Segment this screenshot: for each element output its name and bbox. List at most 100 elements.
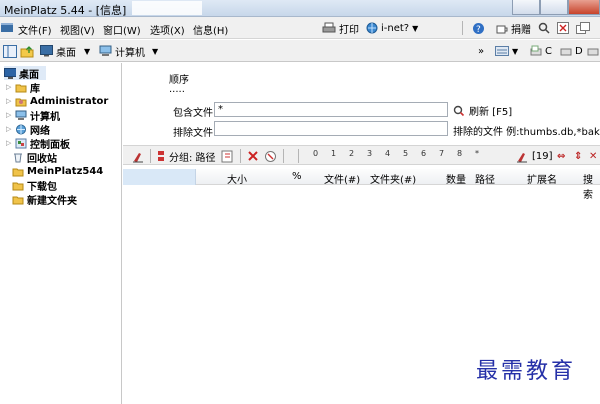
donate-button[interactable]: 捐赠 — [495, 19, 531, 37]
expand-arrow-icon[interactable]: ▷ — [6, 111, 12, 119]
column-header-percent[interactable]: % — [292, 171, 302, 182]
donate-label: 捐赠 — [511, 24, 531, 36]
svg-text:?: ? — [476, 25, 481, 35]
nav-computer-dropdown[interactable]: ▼ — [152, 43, 158, 59]
tool-restore-icon[interactable] — [576, 19, 590, 37]
expand-arrow-icon[interactable]: ▷ — [6, 97, 12, 105]
column-header-name[interactable] — [123, 169, 196, 185]
help-button[interactable]: ? — [472, 19, 485, 37]
exclude-files-input[interactable] — [214, 121, 448, 136]
group-by-button[interactable]: 分组: 路径 — [157, 149, 216, 164]
folder-up-icon[interactable] — [20, 43, 34, 59]
menu-view[interactable]: 视图(V) — [60, 22, 95, 37]
menu-bar: 文件(F) 视图(V) 窗口(W) 选项(X) 信息(H) 打印 i-net? … — [0, 17, 600, 39]
menu-file[interactable]: 文件(F) — [18, 22, 52, 37]
tree-label: 桌面 — [19, 69, 39, 81]
drive-dropdown[interactable]: ▼ — [512, 43, 518, 59]
column-toolbar: 分组: 路径 0 1 2 3 4 5 6 7 8 * [19] ⇔ ⇕ ✕ — [123, 145, 600, 165]
expand-arrow-icon[interactable]: ▷ — [6, 83, 12, 91]
menu-info[interactable]: 信息(H) — [193, 22, 228, 37]
sort-icon[interactable] — [515, 149, 529, 163]
expand-arrow-icon[interactable]: ▷ — [6, 139, 12, 147]
nav-computer-button[interactable]: 计算机 — [99, 43, 145, 59]
nav-desktop-label: 桌面 — [56, 47, 76, 59]
tree-item-library[interactable]: ▷ 库 — [6, 80, 40, 95]
tool-search-icon[interactable] — [538, 19, 550, 37]
include-files-label: 包含文件 — [173, 108, 213, 119]
column-header-path[interactable]: 路径 — [475, 171, 495, 186]
print-label: 打印 — [339, 24, 359, 36]
print-button[interactable]: 打印 — [322, 19, 359, 37]
column-header-size[interactable]: 大小 — [227, 171, 247, 186]
column-toggle-7[interactable]: 7 — [439, 149, 444, 158]
column-toggle-2[interactable]: 2 — [349, 149, 354, 158]
folder-icon — [12, 182, 24, 190]
broom-icon[interactable] — [131, 149, 145, 163]
drive-list-icon[interactable] — [495, 43, 509, 59]
app-menu-icon[interactable] — [0, 21, 14, 36]
nav-computer-label: 计算机 — [115, 47, 145, 59]
nav-desktop-button[interactable]: 桌面 — [40, 43, 76, 59]
column-header-files[interactable]: 文件(#) — [324, 171, 360, 186]
minimize-button[interactable] — [512, 0, 540, 15]
tree-item-new-folder[interactable]: 新建文件夹 — [12, 192, 77, 207]
panel-layout-icon[interactable] — [3, 43, 17, 59]
column-toggle-3[interactable]: 3 — [367, 149, 372, 158]
tree-label: 下载包 — [27, 181, 57, 193]
clear-filter-icon[interactable] — [247, 149, 259, 163]
left-right-arrows-icon[interactable]: ⇔ — [557, 149, 565, 163]
window-title: MeinPlatz 5.44 - [信息] — [4, 4, 127, 17]
inet-label: i-net? — [381, 22, 410, 34]
refresh-button[interactable]: 刷新 [F5] — [453, 103, 512, 118]
column-toggle-4[interactable]: 4 — [385, 149, 390, 158]
tree-item-recycle-bin[interactable]: 回收站 — [12, 150, 57, 165]
drive-d-button[interactable]: D — [560, 43, 583, 59]
expand-arrow-icon[interactable]: ▷ — [6, 125, 12, 133]
close-button[interactable] — [568, 0, 600, 15]
folder-icon — [12, 168, 24, 176]
tree-item-control-panel[interactable]: ▷ 控制面板 — [6, 136, 70, 151]
column-toggle-5[interactable]: 5 — [403, 149, 408, 158]
drive-c-icon — [530, 45, 542, 56]
up-down-arrows-icon[interactable]: ⇕ — [574, 149, 582, 163]
tree-label: 计算机 — [30, 111, 60, 123]
coffee-icon — [496, 25, 508, 34]
column-toggle-8[interactable]: 8 — [457, 149, 462, 158]
overflow-chevron[interactable]: » — [478, 43, 484, 59]
column-header-count[interactable]: 数量 — [446, 171, 466, 186]
drive-c-button[interactable]: C — [530, 43, 552, 59]
column-toggle-0[interactable]: 0 — [313, 149, 318, 158]
tree-item-administrator[interactable]: ▷ Administrator — [6, 94, 108, 108]
maximize-button[interactable] — [540, 0, 568, 15]
include-files-input[interactable]: * — [214, 102, 448, 117]
inet-button[interactable]: i-net? ▼ — [366, 19, 418, 37]
collapse-icon[interactable]: ✕ — [589, 149, 597, 163]
drive-e-icon — [587, 48, 599, 56]
network-icon — [16, 124, 26, 134]
exclude-example-hint: 排除的文件 例:thumbs.db,*bak — [453, 127, 600, 138]
column-header-folders[interactable]: 文件夹(#) — [370, 171, 416, 186]
reset-icon[interactable] — [264, 149, 277, 163]
group-toggle-icon[interactable] — [221, 149, 234, 163]
column-toggle-all[interactable]: * — [475, 149, 479, 158]
column-toggle-1[interactable]: 1 — [331, 149, 336, 158]
column-header-extension[interactable]: 扩展名 — [527, 171, 557, 186]
title-blur — [132, 1, 202, 15]
library-icon — [15, 84, 27, 92]
tree-label: 新建文件夹 — [27, 195, 77, 207]
column-header-search[interactable]: 搜索 — [583, 171, 600, 201]
column-toggle-6[interactable]: 6 — [421, 149, 426, 158]
tree-item-meinplatz544[interactable]: MeinPlatz544 — [12, 164, 103, 178]
menu-options[interactable]: 选项(X) — [150, 22, 185, 37]
drive-e-button[interactable] — [587, 43, 599, 59]
tree-item-network[interactable]: ▷ 网络 — [6, 122, 50, 137]
refresh-search-icon — [453, 105, 465, 116]
menu-window[interactable]: 窗口(W) — [103, 22, 141, 37]
tree-item-downloads[interactable]: 下载包 — [12, 178, 57, 193]
help-icon: ? — [473, 22, 484, 35]
computer-icon — [99, 45, 112, 56]
tree-item-computer[interactable]: ▷ 计算机 — [6, 108, 60, 123]
tool-close-icon[interactable] — [557, 19, 569, 37]
nav-desktop-dropdown[interactable]: ▼ — [84, 43, 90, 59]
tree-item-desktop[interactable]: 桌面 — [4, 66, 46, 81]
